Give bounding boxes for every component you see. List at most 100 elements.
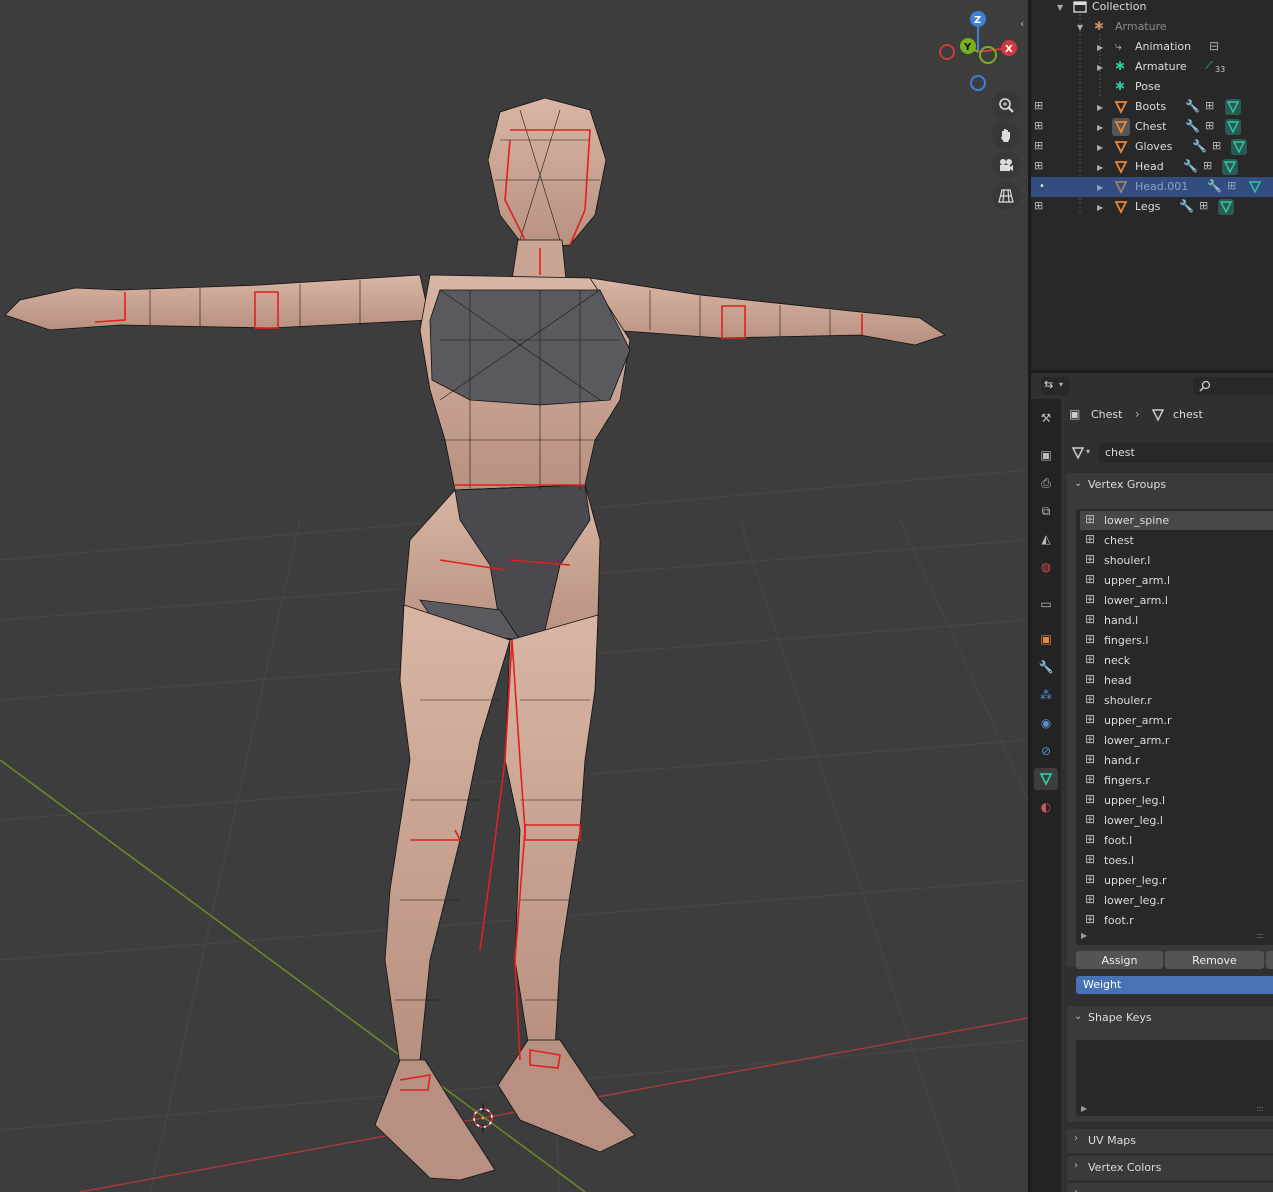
- vertex-group-item[interactable]: ⊞ lower_arm.l: [1080, 591, 1273, 610]
- mesh-data-icon[interactable]: [1225, 99, 1241, 115]
- character-mesh[interactable]: [4, 97, 946, 1181]
- outliner-row-pose[interactable]: ✱ Pose: [1031, 77, 1273, 97]
- vertex-group-item[interactable]: ⊞ upper_leg.r: [1080, 871, 1273, 890]
- expand-arrow-icon[interactable]: ▶: [1097, 143, 1103, 152]
- editor-type-dropdown[interactable]: ⇆ ▾: [1041, 377, 1069, 395]
- perspective-toggle-button[interactable]: [992, 182, 1020, 210]
- vertex-group-item[interactable]: ⊞ upper_arm.r: [1080, 711, 1273, 730]
- expand-arrow-icon[interactable]: ▼: [1057, 3, 1063, 12]
- shape-keys-list[interactable]: ▶ ::::: [1076, 1040, 1273, 1116]
- modifier-wrench-icon[interactable]: 🔧: [1192, 139, 1207, 153]
- modifier-wrench-icon[interactable]: 🔧: [1207, 179, 1222, 193]
- vertex-group-item[interactable]: ⊞ shouler.r: [1080, 691, 1273, 710]
- properties-search-field[interactable]: [1193, 377, 1273, 395]
- 3d-cursor[interactable]: [473, 1103, 493, 1133]
- vertex-group-item[interactable]: ⊞ toes.l: [1080, 851, 1273, 870]
- outliner[interactable]: ▼ Collection ▼ ✱ Armature ▶ ⤷ Animation …: [1031, 0, 1273, 370]
- remove-button[interactable]: Remove: [1165, 951, 1264, 969]
- zoom-view-button[interactable]: [992, 91, 1020, 119]
- properties-editor[interactable]: ⇆ ▾ ⚒ ▣ ⎙ ⧉ ◭ ◍ ▭ ▣ 🔧 ⁂ ◉ ⊘ ◐ ▣ Chest › …: [1031, 373, 1273, 1192]
- modifier-wrench-icon[interactable]: 🔧: [1185, 119, 1200, 133]
- tab-tool[interactable]: ⚒: [1034, 407, 1058, 429]
- expand-arrow-icon[interactable]: ▶: [1097, 63, 1103, 72]
- outliner-row-head[interactable]: ⊞ ▶ Head 🔧 ⊞: [1031, 157, 1273, 177]
- mesh-data-icon[interactable]: [1225, 119, 1241, 135]
- collapse-toolbar-icon[interactable]: ‹: [1020, 17, 1024, 30]
- vertex-group-list[interactable]: ⊞ lower_spine ⊞ chest ⊞ shouler.l ⊞ upper_arm.l…: [1076, 509, 1273, 945]
- select-button[interactable]: [1266, 951, 1273, 969]
- outliner-row-boots[interactable]: ⊞ ▶ Boots 🔧 ⊞: [1031, 97, 1273, 117]
- expand-arrow-icon[interactable]: ▶: [1097, 183, 1103, 192]
- vertex-group-item[interactable]: ⊞ neck: [1080, 651, 1273, 670]
- resize-grip-icon[interactable]: ::::: [1256, 1104, 1264, 1113]
- tab-scene[interactable]: ◭: [1034, 528, 1058, 550]
- tab-world[interactable]: ◍: [1034, 556, 1058, 578]
- outliner-row-chest[interactable]: ⊞ ▶ Chest 🔧 ⊞: [1031, 117, 1273, 137]
- modifier-wrench-icon[interactable]: 🔧: [1185, 99, 1200, 113]
- list-expand-arrow-icon[interactable]: ▶: [1081, 1104, 1087, 1113]
- mesh-browse-button[interactable]: ▾: [1069, 443, 1095, 463]
- vertex-group-item[interactable]: ⊞ lower_spine: [1080, 511, 1273, 530]
- outliner-row-animation[interactable]: ▶ ⤷ Animation ⊟: [1031, 37, 1273, 57]
- expand-arrow-icon[interactable]: ▶: [1097, 43, 1103, 52]
- mesh-data-icon[interactable]: [1231, 139, 1247, 155]
- outliner-row-armature-data[interactable]: ▶ ✱ Armature ⟋ 33: [1031, 57, 1273, 77]
- mesh-data-icon[interactable]: [1248, 180, 1262, 194]
- tab-particles[interactable]: ⁂: [1034, 684, 1058, 706]
- uv-maps-panel-header[interactable]: › UV Maps: [1067, 1129, 1273, 1153]
- vertex-group-item[interactable]: ⊞ fingers.r: [1080, 771, 1273, 790]
- camera-view-button[interactable]: [992, 151, 1020, 179]
- outliner-row-collection[interactable]: ▼ Collection: [1031, 0, 1273, 17]
- tab-object[interactable]: ▣: [1034, 628, 1058, 650]
- vertex-group-item[interactable]: ⊞ upper_leg.l: [1080, 791, 1273, 810]
- vertex-group-item[interactable]: ⊞ hand.r: [1080, 751, 1273, 770]
- navigation-gizmo[interactable]: Z Y X: [939, 11, 1017, 91]
- list-expand-arrow-icon[interactable]: ▶: [1081, 931, 1087, 940]
- vertex-group-item[interactable]: ⊞ hand.l: [1080, 611, 1273, 630]
- vertex-group-item[interactable]: ⊞ foot.r: [1080, 911, 1273, 930]
- outliner-row-gloves[interactable]: ⊞ ▶ Gloves 🔧 ⊞: [1031, 137, 1273, 157]
- expand-arrow-icon[interactable]: ▶: [1097, 123, 1103, 132]
- expand-arrow-icon[interactable]: ▶: [1097, 203, 1103, 212]
- mesh-name-field[interactable]: chest: [1099, 443, 1273, 463]
- assign-button[interactable]: Assign: [1076, 951, 1163, 969]
- tab-view-layer[interactable]: ⧉: [1034, 500, 1058, 522]
- modifier-wrench-icon[interactable]: 🔧: [1179, 199, 1194, 213]
- tab-constraints[interactable]: ⊘: [1034, 740, 1058, 762]
- resize-grip-icon[interactable]: ::::: [1256, 931, 1264, 940]
- vertex-group-item[interactable]: ⊞ fingers.l: [1080, 631, 1273, 650]
- mesh-object-icon: [1114, 181, 1128, 194]
- vertex-group-item[interactable]: ⊞ chest: [1080, 531, 1273, 550]
- vertex-group-item[interactable]: ⊞ head: [1080, 671, 1273, 690]
- scene-canvas[interactable]: Z Y X ‹: [0, 0, 1028, 1192]
- expand-arrow-icon[interactable]: ▶: [1097, 103, 1103, 112]
- tab-render[interactable]: ▣: [1034, 444, 1058, 466]
- vertex-group-item[interactable]: ⊞ lower_arm.r: [1080, 731, 1273, 750]
- 3d-viewport[interactable]: Z Y X ‹: [0, 0, 1028, 1192]
- outliner-row-legs[interactable]: ⊞ ▶ Legs 🔧 ⊞: [1031, 197, 1273, 217]
- tab-modifiers[interactable]: 🔧: [1034, 656, 1058, 678]
- vertex-group-item[interactable]: ⊞ foot.l: [1080, 831, 1273, 850]
- tab-mesh-data[interactable]: [1034, 768, 1058, 790]
- vertex-group-item[interactable]: ⊞ lower_leg.l: [1080, 811, 1273, 830]
- vertex-group-item[interactable]: ⊞ shouler.l: [1080, 551, 1273, 570]
- vertex-groups-panel-header[interactable]: ⌄ Vertex Groups: [1067, 473, 1273, 497]
- outliner-row-armature-object[interactable]: ▼ ✱ Armature: [1031, 17, 1273, 37]
- mesh-data-icon[interactable]: [1222, 159, 1238, 175]
- tab-material[interactable]: ◐: [1034, 796, 1058, 818]
- pan-view-button[interactable]: [992, 121, 1020, 149]
- vertex-group-item[interactable]: ⊞ lower_leg.r: [1080, 891, 1273, 910]
- expand-arrow-icon[interactable]: ▶: [1097, 163, 1103, 172]
- next-panel-header[interactable]: ›: [1067, 1183, 1273, 1192]
- expand-arrow-icon[interactable]: ▼: [1077, 23, 1083, 32]
- tab-collection[interactable]: ▭: [1034, 593, 1058, 615]
- modifier-wrench-icon[interactable]: 🔧: [1183, 159, 1198, 173]
- mesh-data-icon[interactable]: [1218, 199, 1234, 215]
- tab-physics[interactable]: ◉: [1034, 712, 1058, 734]
- tab-output[interactable]: ⎙: [1034, 472, 1058, 494]
- weight-slider[interactable]: Weight: [1076, 976, 1273, 994]
- vertex-colors-panel-header[interactable]: › Vertex Colors: [1067, 1156, 1273, 1180]
- vertex-group-item[interactable]: ⊞ upper_arm.l: [1080, 571, 1273, 590]
- outliner-row-head-001[interactable]: • ▶ Head.001 🔧 ⊞: [1031, 177, 1273, 197]
- shape-keys-panel-header[interactable]: ⌄ Shape Keys: [1067, 1006, 1273, 1030]
